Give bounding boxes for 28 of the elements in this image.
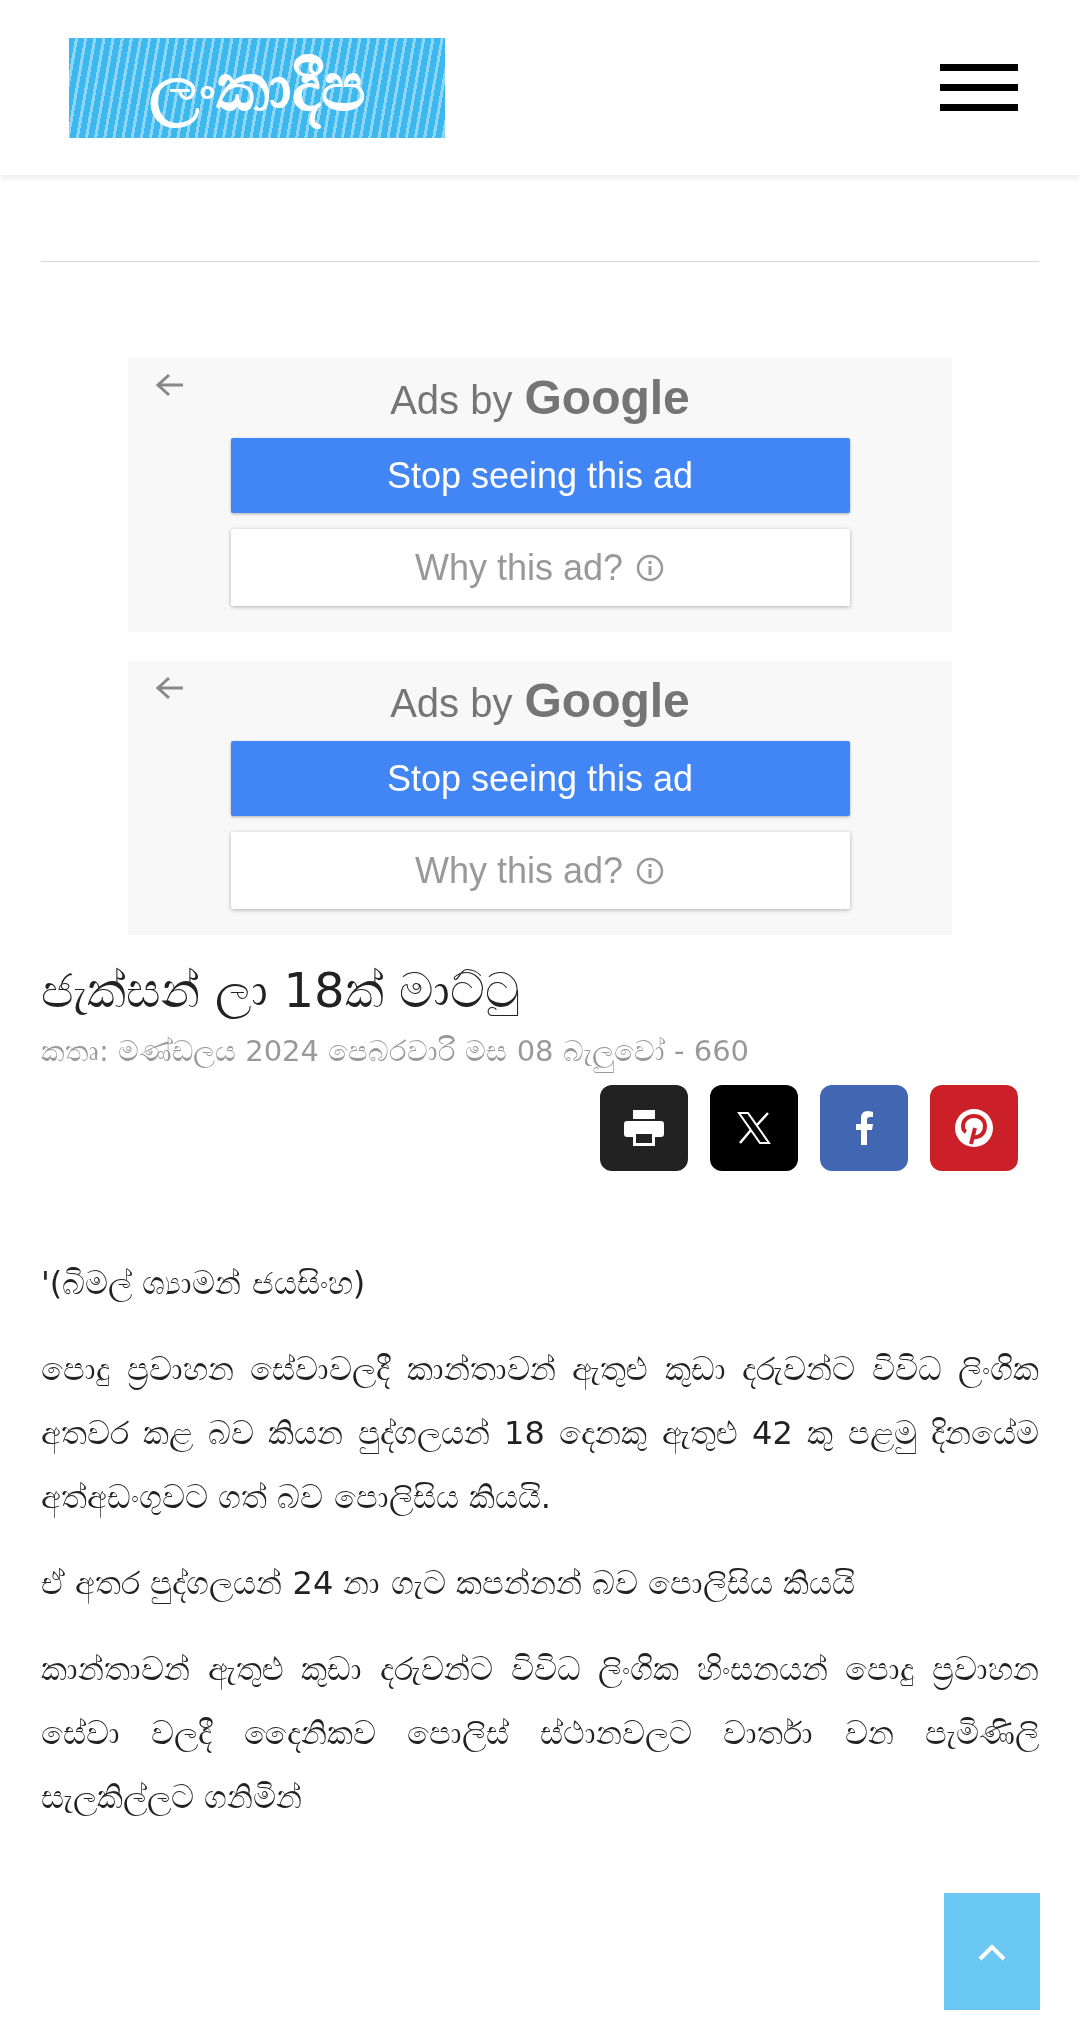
article-meta: කතෘ: මණ්ඩලය 2024 පෙබරවාරි මස 08 බැලුවෝ - 660 — [41, 1029, 1039, 1073]
pinterest-share-button[interactable] — [930, 1085, 1018, 1171]
back-arrow-icon[interactable] — [155, 675, 185, 701]
x-share-button[interactable] — [710, 1085, 798, 1171]
article-title: ජැක්සන් ලා 18ක් මාට්ටු — [41, 961, 521, 1021]
article-paragraph: කාන්තාවන් ඇතුළු කුඩා දරුවන්ට විවිධ ලිංගික හිංසනයන් පොදු ප්‍රවාහන සේවා වලදී දෛනිකව පොලිස් ස්ථානවලට වාර්තා වන පැමිණිලි සැලකිල්ලට ගනිමින් — [41, 1649, 1039, 1818]
facebook-share-button[interactable] — [820, 1085, 908, 1171]
brand-name: Google — [524, 673, 690, 728]
why-ad-button[interactable]: Why this ad? — [230, 529, 850, 606]
stop-ad-button[interactable]: Stop seeing this ad — [230, 438, 850, 513]
why-ad-button[interactable]: Why this ad? — [230, 832, 850, 909]
ads-label: Ads by — [390, 378, 513, 423]
stop-ad-button[interactable]: Stop seeing this ad — [230, 741, 850, 816]
x-logo-icon — [737, 1111, 771, 1145]
pinterest-logo-icon — [954, 1108, 994, 1148]
printer-icon — [624, 1110, 664, 1146]
facebook-logo-icon — [855, 1111, 873, 1145]
article-paragraph: '(බිමල් ශ්‍යාමන් ජයසිංහ) — [41, 1263, 367, 1304]
brand-name: Google — [524, 370, 690, 425]
menu-icon[interactable] — [940, 63, 1018, 112]
print-button[interactable] — [600, 1085, 688, 1171]
article-paragraph: පොදු ප්‍රවාහන සේවාවලදී කාන්තාවන් ඇතුළු කුඩා දරුවන්ට විවිධ ලිංගික අතවර කළ බව කියන පුද්ගලයන් 18 දෙනකු ඇතුළු 42 කු පළමු දිනයේම අත්අඩංගුවට ගත් බව පොලිසිය කියයි. — [41, 1349, 1039, 1520]
info-icon — [635, 552, 666, 583]
back-arrow-icon[interactable] — [155, 372, 185, 398]
article-paragraph: ඒ අතර පුද්ගලයන් 24 නා ගැට කපන්නන් බව පොලිසිය කියයි — [41, 1563, 857, 1606]
info-icon — [635, 855, 666, 886]
ads-label: Ads by — [390, 681, 513, 726]
site-logo[interactable]: ලංකාදීප — [69, 37, 445, 138]
